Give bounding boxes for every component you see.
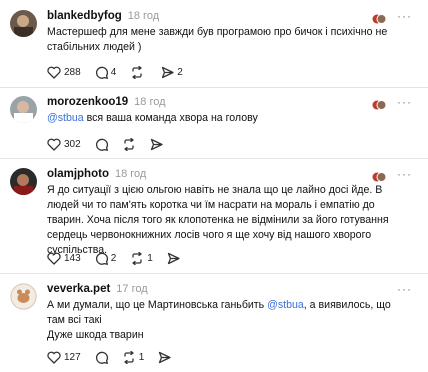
repost-button[interactable] [122, 137, 136, 151]
share-icon [150, 138, 163, 150]
repost-button[interactable]: 1 [130, 251, 153, 265]
heart-icon [47, 351, 61, 364]
share-button[interactable] [167, 251, 180, 265]
mention-link[interactable]: @stbua [267, 299, 304, 311]
mention-link[interactable]: @stbua [47, 112, 84, 124]
comment-button[interactable] [95, 137, 108, 151]
more-icon[interactable]: ··· [397, 10, 415, 22]
repost-count: 1 [147, 252, 153, 264]
comment-icon [95, 351, 108, 364]
timestamp: 18 год [127, 10, 160, 22]
timestamp: 17 год [116, 283, 148, 295]
repost-icon [132, 65, 142, 79]
post-text-rest: вся ваша команда хвора на голову [83, 112, 258, 124]
comment-count: 4 [110, 66, 117, 78]
repost-icon [124, 350, 134, 364]
like-button[interactable]: 127 [47, 350, 81, 364]
post-text-start: А ми думали, що це Мартиновська ганьбить [47, 299, 268, 311]
share-icon [159, 351, 171, 363]
avatar[interactable] [10, 168, 37, 195]
divider [0, 158, 428, 159]
post-text: А ми думали, що це Мартиновська ганьбить… [47, 298, 403, 343]
more-icon[interactable]: ··· [397, 283, 415, 295]
repost-button[interactable]: 1 [122, 350, 145, 364]
like-button[interactable]: 302 [47, 137, 81, 151]
post-text: Мастершеф для мене завжди був програмою … [47, 26, 388, 53]
repost-count: 1 [138, 351, 145, 363]
reply-avatars-icon [372, 14, 386, 24]
like-count: 302 [64, 138, 81, 150]
share-button[interactable] [150, 137, 163, 151]
comment-count: 2 [110, 252, 117, 264]
share-button[interactable] [158, 350, 171, 364]
share-button[interactable]: 2 [161, 65, 183, 79]
avatar[interactable] [10, 283, 37, 310]
share-count: 2 [177, 66, 183, 78]
like-count: 288 [64, 66, 81, 78]
comment-button[interactable] [95, 350, 108, 364]
repost-button[interactable] [130, 65, 147, 79]
comment-button[interactable]: 2 [95, 251, 117, 265]
username[interactable]: blankedbyfog [47, 10, 122, 22]
reply-avatars-icon [372, 172, 386, 182]
heart-icon [47, 138, 61, 151]
divider [0, 273, 428, 274]
comment-icon [95, 252, 108, 265]
heart-icon [47, 66, 61, 79]
like-count: 127 [64, 351, 81, 363]
username[interactable]: morozenkoo19 [47, 96, 128, 108]
share-icon [167, 252, 180, 264]
more-icon[interactable]: ··· [397, 96, 415, 108]
like-button[interactable]: 143 [47, 251, 81, 265]
more-icon[interactable]: ··· [397, 168, 415, 180]
username[interactable]: veverka.pet [47, 283, 110, 295]
post-text: @stbua вся ваша команда хвора на голову [47, 111, 403, 126]
avatar[interactable] [10, 10, 37, 37]
share-icon [162, 66, 174, 78]
post-text: Я до ситуації з цією ольгою навіть не зн… [47, 184, 389, 256]
comment-icon [95, 66, 108, 79]
comment-icon [95, 138, 108, 151]
comment-button[interactable]: 4 [95, 65, 117, 79]
like-count: 143 [64, 252, 81, 264]
timestamp: 18 год [134, 96, 166, 108]
divider [0, 87, 428, 88]
like-button[interactable]: 288 [47, 65, 81, 79]
repost-icon [124, 137, 134, 151]
reply-avatars-icon [372, 100, 386, 110]
avatar[interactable] [10, 96, 37, 123]
timestamp: 18 год [114, 168, 147, 180]
repost-icon [132, 251, 142, 265]
post-text-line2: Дуже шкода тварин [47, 329, 144, 341]
heart-icon [47, 252, 61, 265]
comment-feed: blankedbyfog 18 год ··· Мастершеф для ме… [0, 0, 428, 372]
username[interactable]: olamjphoto [47, 168, 109, 180]
